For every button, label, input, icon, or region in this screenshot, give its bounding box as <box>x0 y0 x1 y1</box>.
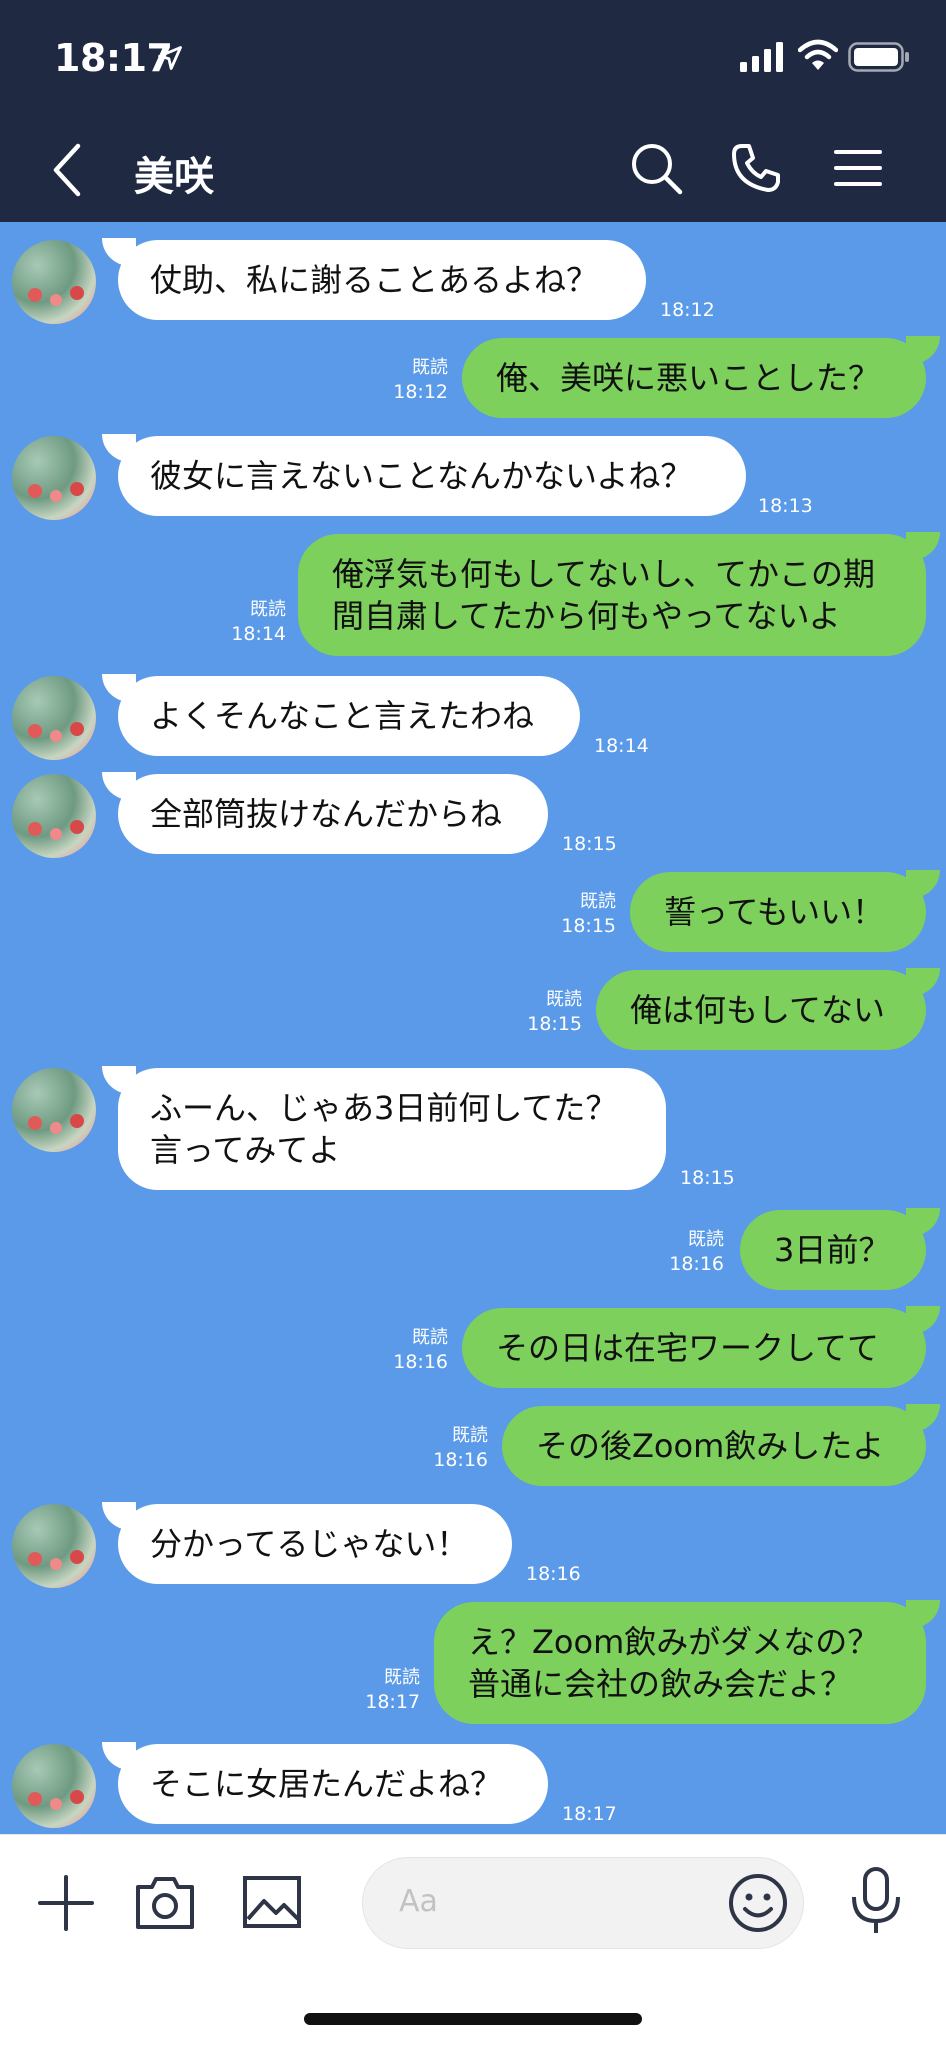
status-bar: 18:17 <box>0 0 946 118</box>
message-bubble-incoming[interactable]: 分かってるじゃない！ <box>118 1504 512 1584</box>
avatar[interactable] <box>12 1744 96 1828</box>
message-bubble-incoming[interactable]: 仗助、私に謝ることあるよね？ <box>118 240 646 320</box>
plus-icon[interactable] <box>38 1875 94 1931</box>
message-meta: 既読 18:16 <box>420 1424 488 1472</box>
read-receipt: 既読 <box>412 1327 448 1348</box>
message-bubble-outgoing[interactable]: 俺浮気も何もしてないし、てかこの期 間自粛してたから何もやってないよ <box>298 534 926 656</box>
message-time: 18:16 <box>433 1449 488 1471</box>
message-bubble-outgoing[interactable]: 3日前？ <box>740 1210 926 1290</box>
message-time: 18:15 <box>680 1167 735 1189</box>
message-time: 18:16 <box>669 1253 724 1275</box>
message-bubble-incoming[interactable]: 全部筒抜けなんだからね <box>118 774 548 854</box>
message-time: 18:14 <box>594 735 649 757</box>
message-time: 18:16 <box>526 1563 581 1585</box>
emoji-icon[interactable] <box>727 1872 789 1934</box>
message-time: 18:12 <box>660 299 715 321</box>
message-meta: 既読 18:17 <box>352 1666 420 1714</box>
read-receipt: 既読 <box>250 599 286 620</box>
message-time: 18:12 <box>393 381 448 403</box>
message-time: 18:15 <box>562 833 617 855</box>
avatar[interactable] <box>12 774 96 858</box>
message-meta: 既読 18:14 <box>218 598 286 646</box>
image-icon[interactable] <box>242 1875 302 1929</box>
read-receipt: 既読 <box>384 1667 420 1688</box>
avatar[interactable] <box>12 1068 96 1152</box>
camera-icon[interactable] <box>134 1873 196 1931</box>
avatar[interactable] <box>12 240 96 324</box>
message-bubble-outgoing[interactable]: 俺、美咲に悪いことした？ <box>462 338 926 418</box>
message-time: 18:14 <box>231 623 286 645</box>
message-meta: 既読 18:16 <box>380 1326 448 1374</box>
hamburger-menu-icon[interactable] <box>832 142 884 194</box>
message-input[interactable]: Aa <box>362 1857 804 1949</box>
read-receipt: 既読 <box>688 1229 724 1250</box>
chat-header: 美咲 <box>0 118 946 222</box>
message-input-placeholder: Aa <box>399 1884 438 1919</box>
message-meta: 既読 18:16 <box>656 1228 724 1276</box>
message-bubble-incoming[interactable]: 彼女に言えないことなんかないよね？ <box>118 436 746 516</box>
battery-icon <box>848 42 909 72</box>
read-receipt: 既読 <box>546 989 582 1010</box>
home-indicator <box>304 2013 642 2025</box>
message-meta: 既読 18:15 <box>548 890 616 938</box>
message-meta: 既読 18:12 <box>380 356 448 404</box>
avatar[interactable] <box>12 1504 96 1588</box>
message-bubble-outgoing[interactable]: その日は在宅ワークしてて <box>462 1308 926 1388</box>
read-receipt: 既読 <box>452 1425 488 1446</box>
chat-title: 美咲 <box>134 154 214 200</box>
avatar[interactable] <box>12 676 96 760</box>
message-bubble-incoming[interactable]: そこに女居たんだよね？ <box>118 1744 548 1824</box>
message-time: 18:15 <box>561 915 616 937</box>
cellular-signal-icon <box>740 42 783 72</box>
message-time: 18:17 <box>562 1803 617 1825</box>
message-bubble-incoming[interactable]: ふーん、じゃあ3日前何してた？ 言ってみてよ <box>118 1068 666 1190</box>
input-bar: Aa <box>0 1834 946 2048</box>
search-icon[interactable] <box>628 140 684 196</box>
message-time: 18:16 <box>393 1351 448 1373</box>
avatar[interactable] <box>12 436 96 520</box>
message-time: 18:15 <box>527 1013 582 1035</box>
chevron-left-icon[interactable] <box>48 140 88 200</box>
chat-area[interactable]: 仗助、私に謝ることあるよね？ 18:12 既読 18:12 俺、美咲に悪いことし… <box>0 222 946 1834</box>
message-bubble-outgoing[interactable]: え？Zoom飲みがダメなの？ 普通に会社の飲み会だよ？ <box>434 1602 926 1724</box>
location-arrow-icon <box>158 46 182 70</box>
message-bubble-outgoing[interactable]: 俺は何もしてない <box>596 970 926 1050</box>
read-receipt: 既読 <box>412 357 448 378</box>
read-receipt: 既読 <box>580 891 616 912</box>
message-meta: 既読 18:15 <box>514 988 582 1036</box>
message-time: 18:13 <box>758 495 813 517</box>
phone-icon[interactable] <box>728 140 784 196</box>
message-time: 18:17 <box>365 1691 420 1713</box>
wifi-icon <box>798 39 838 70</box>
message-bubble-outgoing[interactable]: 誓ってもいい！ <box>630 872 926 952</box>
microphone-icon[interactable] <box>848 1865 904 1937</box>
status-time: 18:17 <box>54 36 173 80</box>
message-bubble-outgoing[interactable]: その後Zoom飲みしたよ <box>502 1406 926 1486</box>
message-bubble-incoming[interactable]: よくそんなこと言えたわね <box>118 676 580 756</box>
